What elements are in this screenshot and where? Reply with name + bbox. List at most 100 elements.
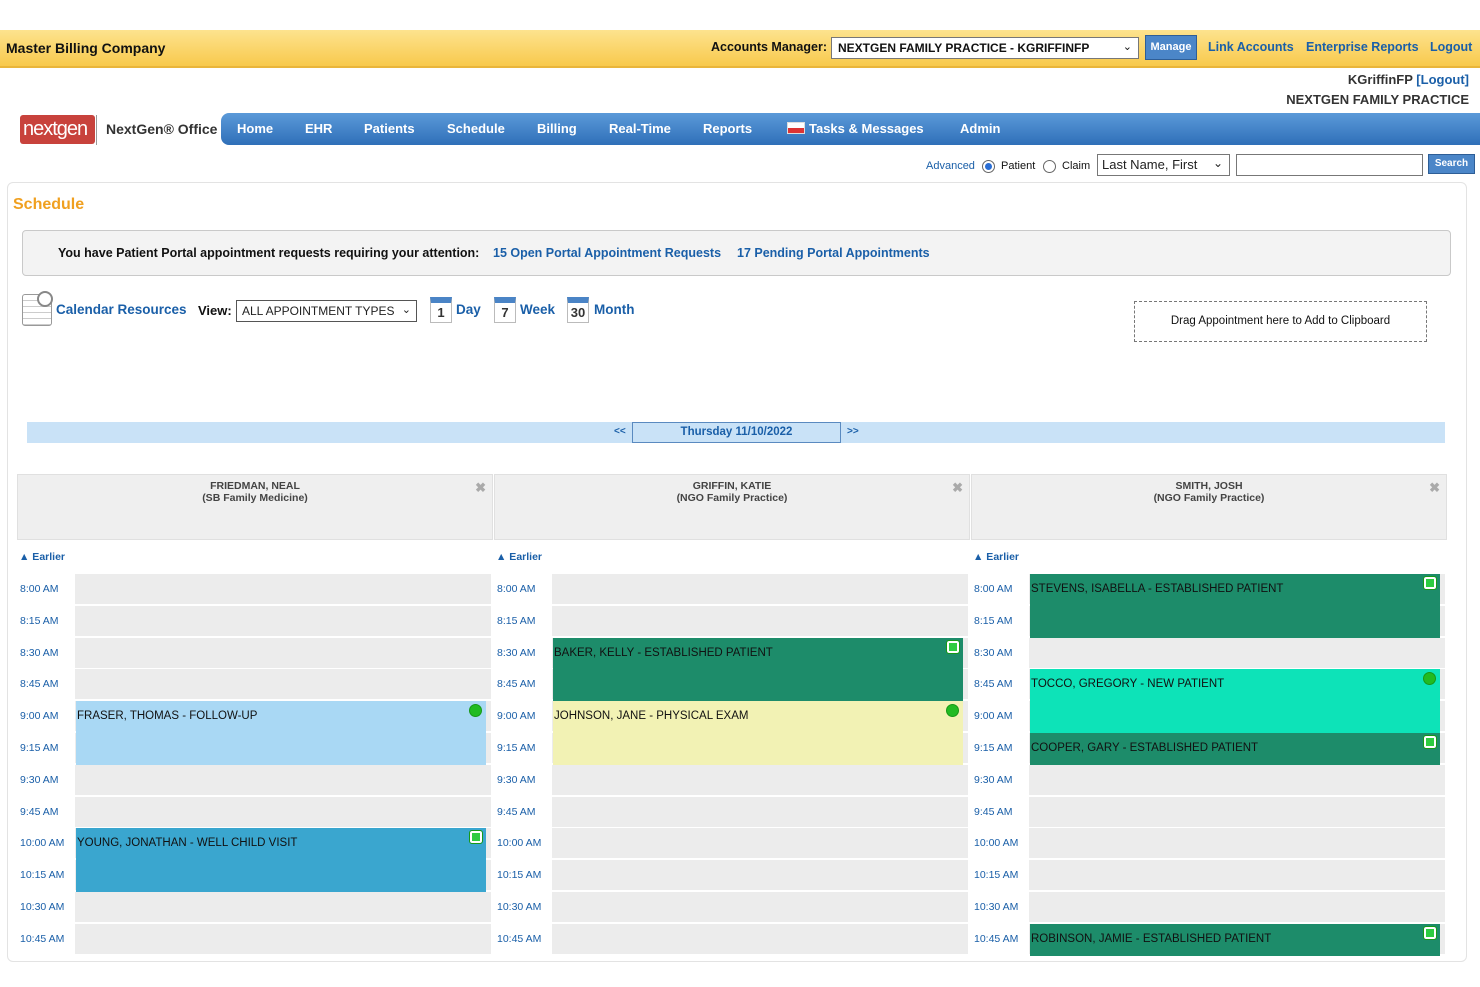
previous-day-button[interactable]: << (614, 426, 626, 437)
time-label: 10:00 AM (497, 837, 541, 849)
earlier-link[interactable]: ▲ Earlier (496, 551, 542, 563)
time-slot[interactable] (75, 797, 491, 827)
calendar-resources-icon[interactable] (22, 294, 52, 326)
search-input[interactable] (1236, 154, 1423, 176)
pending-appointments-link[interactable]: 17 Pending Portal Appointments (737, 246, 930, 260)
time-slot[interactable] (1029, 797, 1445, 827)
week-calendar-icon[interactable]: 7 (494, 297, 516, 323)
chevron-down-icon: ⌄ (1123, 40, 1132, 53)
search-field-value: Last Name, First (1102, 157, 1197, 172)
time-label: 8:15 AM (20, 615, 59, 627)
close-column-icon[interactable]: ✖ (475, 480, 486, 496)
nav-real-time[interactable]: Real-Time (609, 121, 671, 136)
current-date[interactable]: Thursday 11/10/2022 (632, 422, 841, 443)
time-slot[interactable] (552, 860, 968, 890)
nav-admin[interactable]: Admin (960, 121, 1000, 136)
clipboard-drop-zone[interactable]: Drag Appointment here to Add to Clipboar… (1134, 301, 1427, 342)
next-day-button[interactable]: >> (847, 426, 859, 437)
view-value: ALL APPOINTMENT TYPES (242, 304, 395, 318)
time-label: 9:00 AM (20, 710, 59, 722)
advanced-search-link[interactable]: Advanced (926, 160, 975, 172)
nav-home[interactable]: Home (237, 121, 273, 136)
appointment-block[interactable]: TOCCO, GREGORY - NEW PATIENT (1030, 669, 1440, 733)
mail-flag-icon (787, 122, 805, 134)
claim-radio[interactable] (1043, 160, 1056, 173)
appointment-block[interactable]: JOHNSON, JANE - PHYSICAL EXAM (553, 701, 963, 765)
close-column-icon[interactable]: ✖ (1429, 480, 1440, 496)
week-view-link[interactable]: Week (520, 302, 555, 317)
nextgen-logo: nextgen (20, 115, 95, 144)
time-label: 8:30 AM (974, 647, 1013, 659)
time-slot[interactable] (552, 924, 968, 954)
time-slot[interactable] (552, 606, 968, 636)
open-requests-link[interactable]: 15 Open Portal Appointment Requests (493, 246, 721, 260)
user-logout-link[interactable]: [Logout] (1416, 72, 1469, 87)
provider-name: SMITH, JOSH (972, 480, 1446, 492)
nav-billing[interactable]: Billing (537, 121, 577, 136)
time-slot[interactable] (1029, 892, 1445, 922)
time-label: 10:00 AM (20, 837, 64, 849)
time-slot[interactable] (552, 797, 968, 827)
accounts-manager-label: Accounts Manager: (711, 40, 827, 54)
time-slot[interactable] (552, 765, 968, 795)
time-label: 10:30 AM (497, 901, 541, 913)
time-label: 8:30 AM (497, 647, 536, 659)
appointment-block[interactable]: BAKER, KELLY - ESTABLISHED PATIENT (553, 638, 963, 702)
nav-patients[interactable]: Patients (364, 121, 415, 136)
time-slot[interactable] (1029, 765, 1445, 795)
search-field-select[interactable]: Last Name, First ⌄ (1097, 154, 1230, 176)
month-calendar-icon[interactable]: 30 (567, 297, 589, 323)
time-slot[interactable] (552, 828, 968, 858)
page-title: Schedule (13, 196, 84, 214)
nav-tasks-messages[interactable]: Tasks & Messages (787, 121, 924, 136)
time-label: 8:15 AM (497, 615, 536, 627)
time-label: 9:45 AM (20, 806, 59, 818)
provider-header: GRIFFIN, KATIE(NGO Family Practice)✖ (494, 474, 970, 540)
time-label: 8:45 AM (974, 678, 1013, 690)
earlier-link[interactable]: ▲ Earlier (973, 551, 1019, 563)
appointment-block[interactable]: STEVENS, ISABELLA - ESTABLISHED PATIENT (1030, 574, 1440, 638)
time-label: 9:15 AM (20, 742, 59, 754)
day-view-link[interactable]: Day (456, 302, 481, 317)
practice-name: NEXTGEN FAMILY PRACTICE (1286, 92, 1469, 107)
time-slot[interactable] (75, 606, 491, 636)
provider-site: (SB Family Medicine) (18, 492, 492, 504)
appointment-block[interactable]: YOUNG, JONATHAN - WELL CHILD VISIT (76, 828, 486, 892)
accounts-manager-select[interactable]: NEXTGEN FAMILY PRACTICE - KGRIFFINFP ⌄ (831, 37, 1139, 59)
time-label: 9:30 AM (20, 774, 59, 786)
time-label: 9:15 AM (497, 742, 536, 754)
time-slot[interactable] (1029, 638, 1445, 668)
nav-ehr[interactable]: EHR (305, 121, 332, 136)
logout-link[interactable]: Logout (1430, 40, 1472, 54)
time-slot[interactable] (75, 924, 491, 954)
appointment-block[interactable]: ROBINSON, JAMIE - ESTABLISHED PATIENT (1030, 924, 1440, 956)
month-view-link[interactable]: Month (594, 302, 634, 317)
day-calendar-icon[interactable]: 1 (430, 297, 452, 323)
appointment-block[interactable]: FRASER, THOMAS - FOLLOW-UP (76, 701, 486, 765)
nav-reports[interactable]: Reports (703, 121, 752, 136)
earlier-link[interactable]: ▲ Earlier (19, 551, 65, 563)
appointment-block[interactable]: COOPER, GARY - ESTABLISHED PATIENT (1030, 733, 1440, 765)
time-slot[interactable] (75, 574, 491, 604)
patient-radio[interactable] (982, 160, 995, 173)
time-slot[interactable] (75, 892, 491, 922)
close-column-icon[interactable]: ✖ (952, 480, 963, 496)
nav-schedule[interactable]: Schedule (447, 121, 505, 136)
calendar-resources-link[interactable]: Calendar Resources (56, 302, 187, 317)
time-slot[interactable] (1029, 828, 1445, 858)
appointment-label: JOHNSON, JANE - PHYSICAL EXAM (554, 710, 748, 722)
view-select[interactable]: ALL APPOINTMENT TYPES ⌄ (236, 300, 417, 322)
search-button[interactable]: Search (1428, 154, 1475, 174)
time-slot[interactable] (75, 638, 491, 668)
link-accounts-link[interactable]: Link Accounts (1208, 40, 1294, 54)
time-slot[interactable] (75, 765, 491, 795)
chevron-down-icon: ⌄ (1213, 156, 1223, 170)
time-slot[interactable] (552, 574, 968, 604)
time-slot[interactable] (75, 669, 491, 699)
enterprise-reports-link[interactable]: Enterprise Reports (1306, 40, 1419, 54)
time-slot[interactable] (552, 892, 968, 922)
time-slot[interactable] (1029, 860, 1445, 890)
time-label: 8:45 AM (20, 678, 59, 690)
manage-button[interactable]: Manage (1145, 35, 1197, 60)
portal-message: You have Patient Portal appointment requ… (58, 246, 479, 260)
